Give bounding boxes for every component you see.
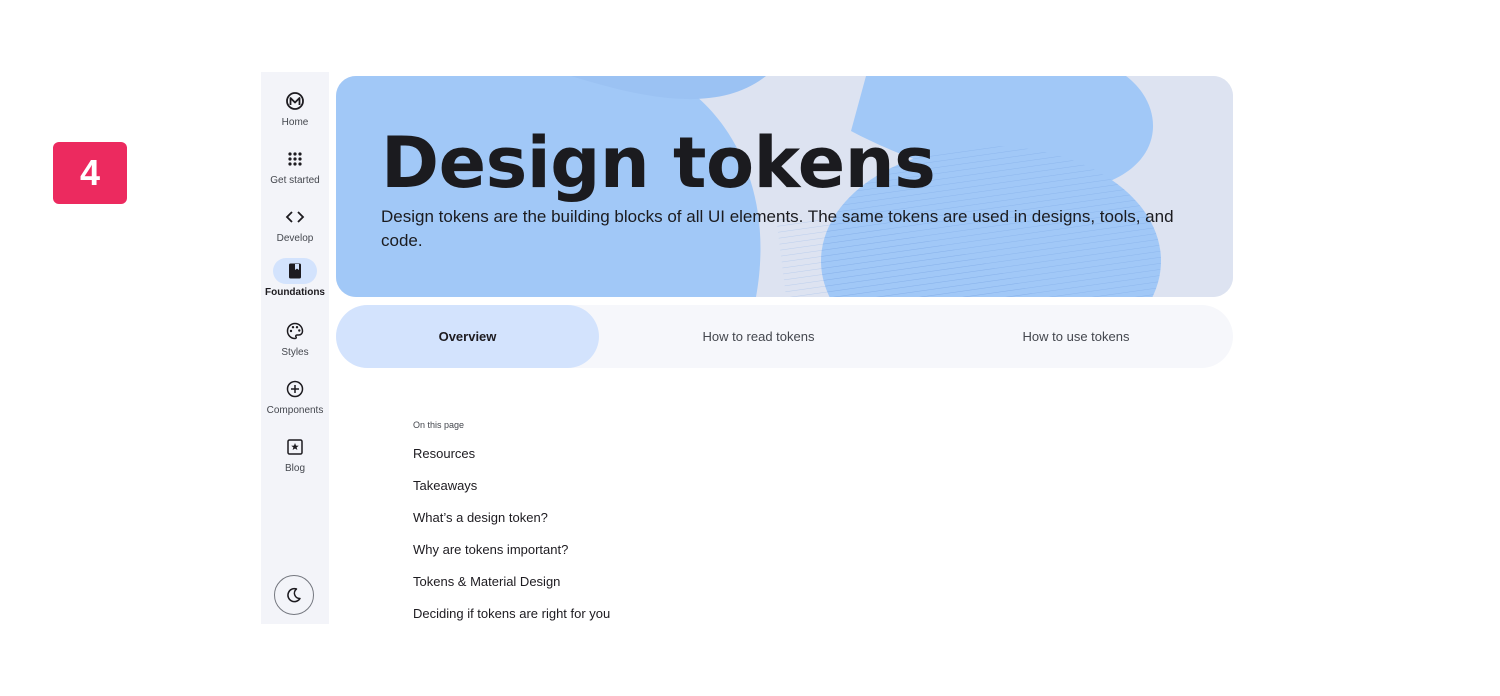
rail-label-foundations: Foundations: [265, 287, 325, 298]
rail-item-get-started[interactable]: Get started: [261, 146, 329, 198]
code-icon: [273, 204, 317, 230]
page-description: Design tokens are the building blocks of…: [381, 207, 1174, 250]
material-logo-icon: [273, 88, 317, 114]
navigation-rail: Home Get started Develop Foundations Sty…: [261, 72, 329, 624]
rail-item-components[interactable]: Components: [261, 376, 329, 428]
rail-label-blog: Blog: [284, 463, 305, 474]
add-circle-icon: [273, 376, 317, 402]
star-box-icon: [273, 434, 317, 460]
toc-link-why-tokens-important[interactable]: Why are tokens important?: [413, 542, 568, 557]
toc-link-whats-a-design-token[interactable]: What’s a design token?: [413, 510, 548, 525]
rail-item-develop[interactable]: Develop: [261, 204, 329, 256]
step-number-badge: 4: [53, 142, 127, 204]
rail-label-components: Components: [266, 405, 324, 416]
rail-label-get-started: Get started: [270, 175, 320, 186]
rail-item-styles[interactable]: Styles: [261, 318, 329, 370]
rail-label-home: Home: [281, 117, 309, 128]
theme-toggle-button[interactable]: [274, 575, 314, 615]
rail-item-blog[interactable]: Blog: [261, 434, 329, 486]
tab-how-to-read-tokens[interactable]: How to read tokens: [636, 305, 881, 368]
tab-overview[interactable]: Overview: [336, 305, 599, 368]
toc-link-takeaways[interactable]: Takeaways: [413, 478, 477, 493]
page-title: Design tokens: [381, 122, 936, 204]
rail-label-develop: Develop: [276, 233, 314, 244]
rail-label-styles: Styles: [281, 347, 309, 358]
palette-icon: [273, 318, 317, 344]
apps-grid-icon: [273, 146, 317, 172]
tab-how-to-use-tokens[interactable]: How to use tokens: [956, 305, 1196, 368]
rail-item-foundations[interactable]: Foundations: [261, 258, 329, 310]
hero-banner: Design tokens Design tokens are the buil…: [336, 76, 1233, 297]
toc-link-resources[interactable]: Resources: [413, 446, 475, 461]
toc-link-tokens-material-design[interactable]: Tokens & Material Design: [413, 574, 560, 589]
moon-icon: [286, 587, 302, 603]
rail-item-home[interactable]: Home: [261, 88, 329, 140]
book-icon: [273, 258, 317, 284]
toc-heading: On this page: [413, 420, 465, 430]
tab-bar: Overview How to read tokens How to use t…: [336, 305, 1233, 368]
toc-link-deciding-if-tokens-right[interactable]: Deciding if tokens are right for you: [413, 606, 610, 621]
